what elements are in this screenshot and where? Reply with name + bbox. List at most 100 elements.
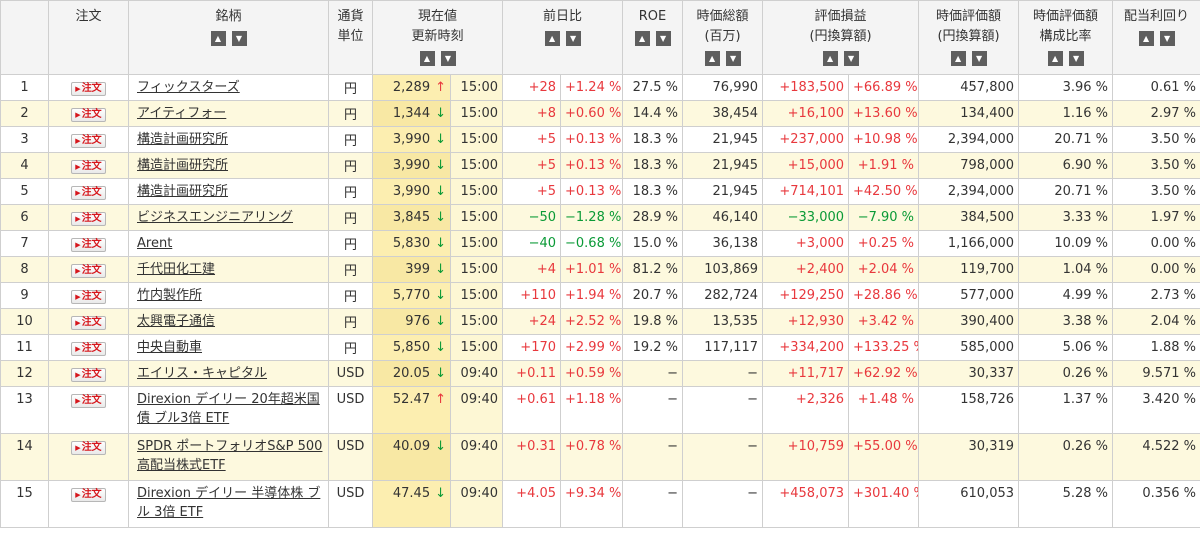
price-cell: 40.09 ↓ [372, 433, 451, 481]
profit-loss-value: +2,400 [762, 256, 850, 283]
stock-name-link[interactable]: フィックスターズ [137, 80, 240, 95]
sort-desc-icon[interactable]: ▼ [231, 31, 247, 46]
profit-loss-value: +16,100 [762, 100, 850, 127]
row-index: 10 [0, 308, 49, 335]
arrow-down-icon: ↓ [435, 106, 446, 121]
sort-asc-icon[interactable]: ▲ [419, 51, 435, 66]
order-button[interactable]: ▶注文 [71, 185, 106, 200]
order-button[interactable]: ▶注文 [71, 289, 106, 304]
update-time: 15:00 [449, 308, 504, 335]
market-cap-value: 76,990 [682, 74, 764, 101]
stock-name-link[interactable]: ビジネスエンジニアリング [137, 210, 293, 225]
ratio-value: 6.90 % [1018, 152, 1114, 179]
sort-asc-icon[interactable]: ▲ [822, 51, 838, 66]
order-button[interactable]: ▶注文 [71, 133, 106, 148]
order-button[interactable]: ▶注文 [71, 315, 106, 330]
order-button[interactable]: ▶注文 [71, 237, 106, 252]
sort-asc-icon[interactable]: ▲ [1047, 51, 1063, 66]
stock-name-link[interactable]: 中央自動車 [137, 340, 202, 355]
table-row: 7 ▶注文 Arent 円 5,830 ↓ 15:00 −40 −0.68 % 15.0 % 36,… [0, 230, 1200, 257]
profit-loss-percent: +55.00 % [848, 433, 920, 481]
market-cap-value: − [682, 386, 764, 434]
change-value: +0.11 [502, 360, 562, 387]
order-button[interactable]: ▶注文 [71, 263, 106, 278]
profit-loss-value: +334,200 [762, 334, 850, 361]
stock-name-link[interactable]: 太興電子通信 [137, 314, 215, 329]
order-button[interactable]: ▶注文 [71, 107, 106, 122]
profit-loss-percent: +3.42 % [848, 308, 920, 335]
order-button[interactable]: ▶注文 [71, 159, 106, 174]
ratio-value: 5.28 % [1018, 480, 1114, 528]
stock-name-link[interactable]: SPDR ポートフォリオS&P 500 高配当株式ETF [137, 439, 322, 473]
stock-name-link[interactable]: Direxion デイリー 半導体株 ブル 3倍 ETF [137, 486, 320, 520]
sort-desc-icon[interactable]: ▼ [565, 31, 581, 46]
stock-name-link[interactable]: Direxion デイリー 20年超米国債 ブル3倍 ETF [137, 392, 320, 426]
order-label: 注文 [81, 108, 102, 120]
header-row: 注文 銘柄 ▲ ▼ 通貨 単位 現在値 更新時刻 ▲ ▼ 前日比 ▲ ▼ ROE ▲ ▼ 時… [0, 0, 1200, 75]
sort-asc-icon[interactable]: ▲ [210, 31, 226, 46]
stock-name-link[interactable]: 竹内製作所 [137, 288, 202, 303]
order-label: 注文 [81, 290, 102, 302]
stock-name-link[interactable]: アイティフォー [137, 106, 226, 121]
sort-desc-icon[interactable]: ▼ [971, 51, 987, 66]
sort-desc-icon[interactable]: ▼ [843, 51, 859, 66]
order-button[interactable]: ▶注文 [71, 211, 106, 226]
sort-desc-icon[interactable]: ▼ [725, 51, 741, 66]
valuation-value: 798,000 [918, 152, 1020, 179]
sort-desc-icon[interactable]: ▼ [655, 31, 671, 46]
currency-cell: 円 [328, 204, 373, 231]
profit-loss-percent: +42.50 % [848, 178, 920, 205]
sort-desc-icon[interactable]: ▼ [1068, 51, 1084, 66]
roe-value: − [622, 433, 684, 481]
price-cell: 52.47 ↑ [372, 386, 451, 434]
order-button[interactable]: ▶注文 [71, 488, 106, 502]
stock-name-link[interactable]: 構造計画研究所 [137, 158, 228, 173]
order-button[interactable]: ▶注文 [71, 441, 106, 455]
play-icon: ▶ [75, 344, 81, 353]
row-index: 13 [0, 386, 49, 434]
order-button[interactable]: ▶注文 [71, 81, 106, 96]
sort-asc-icon[interactable]: ▲ [544, 31, 560, 46]
sort-asc-icon[interactable]: ▲ [1138, 31, 1154, 46]
update-time: 15:00 [449, 100, 504, 127]
play-icon: ▶ [75, 162, 81, 171]
order-button[interactable]: ▶注文 [71, 394, 106, 408]
stock-name-link[interactable]: 千代田化工建 [137, 262, 215, 277]
ratio-value: 20.71 % [1018, 126, 1114, 153]
order-label: 注文 [81, 316, 102, 328]
row-index: 5 [0, 178, 49, 205]
col-change: 前日比 ▲ ▼ [502, 0, 624, 75]
stock-name-cell: ビジネスエンジニアリング [128, 204, 329, 231]
currency-cell: 円 [328, 126, 373, 153]
arrow-up-icon: ↑ [435, 392, 446, 407]
stock-name-cell: Direxion デイリー 20年超米国債 ブル3倍 ETF [128, 386, 329, 434]
sort-desc-icon[interactable]: ▼ [440, 51, 456, 66]
price-value: 5,770 [392, 288, 431, 303]
valuation-value: 585,000 [918, 334, 1020, 361]
sort-asc-icon[interactable]: ▲ [634, 31, 650, 46]
order-cell: ▶注文 [48, 152, 129, 179]
order-label: 注文 [81, 264, 102, 276]
order-button[interactable]: ▶注文 [71, 367, 106, 382]
stock-name-link[interactable]: 構造計画研究所 [137, 132, 228, 147]
stock-name-link[interactable]: エイリス・キャピタル [137, 366, 267, 381]
sort-asc-icon[interactable]: ▲ [704, 51, 720, 66]
order-cell: ▶注文 [48, 360, 129, 387]
sort-asc-icon[interactable]: ▲ [950, 51, 966, 66]
profit-loss-percent: +1.91 % [848, 152, 920, 179]
change-percent: +9.34 % [560, 480, 624, 528]
stock-name-link[interactable]: 構造計画研究所 [137, 184, 228, 199]
roe-value: 19.2 % [622, 334, 684, 361]
valuation-value: 158,726 [918, 386, 1020, 434]
col-index [0, 0, 49, 75]
valuation-value: 2,394,000 [918, 126, 1020, 153]
sort-desc-icon[interactable]: ▼ [1159, 31, 1175, 46]
stock-name-link[interactable]: Arent [137, 236, 172, 251]
market-cap-value: 21,945 [682, 126, 764, 153]
market-cap-value: − [682, 480, 764, 528]
arrow-down-icon: ↓ [435, 262, 446, 277]
order-button[interactable]: ▶注文 [71, 341, 106, 356]
valuation-value: 577,000 [918, 282, 1020, 309]
profit-loss-value: +12,930 [762, 308, 850, 335]
price-value: 3,845 [392, 210, 431, 225]
